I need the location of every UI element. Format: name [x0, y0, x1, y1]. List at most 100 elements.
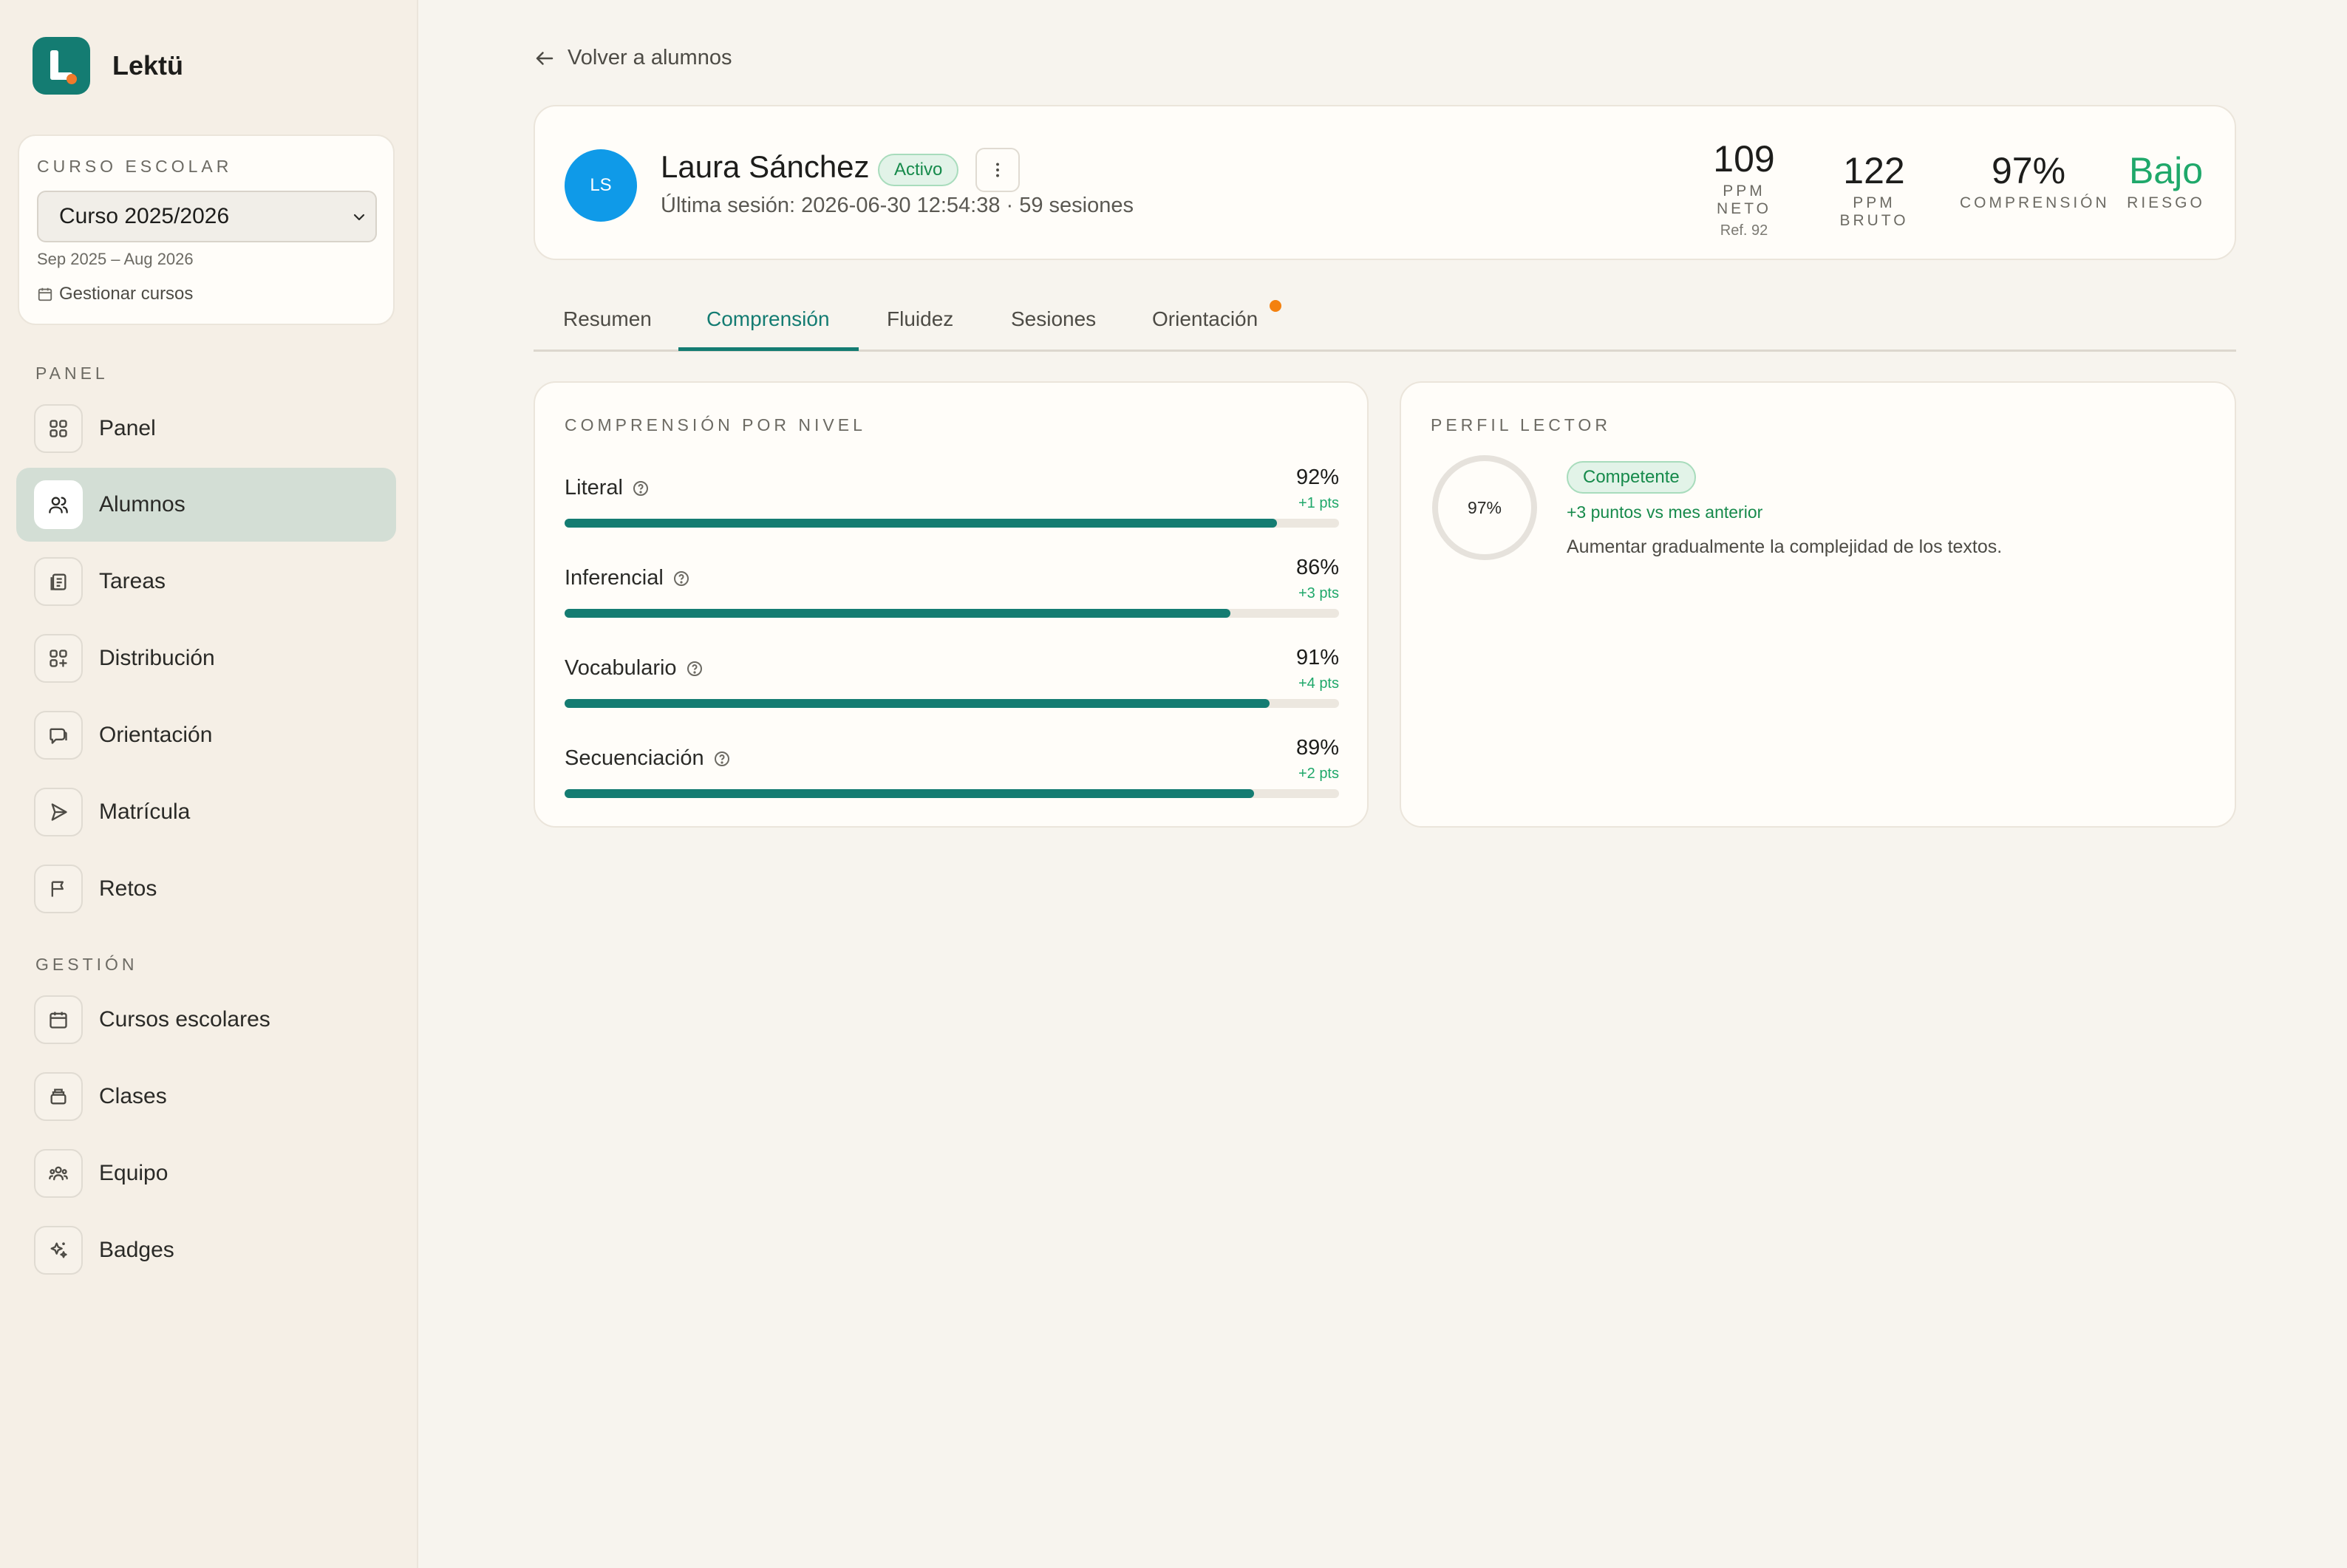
- progress-fill: [565, 699, 1270, 708]
- help-circle-icon[interactable]: [686, 660, 704, 678]
- sidebar-item-label: Matrícula: [99, 800, 191, 824]
- course-select[interactable]: Curso 2025/2026: [37, 191, 377, 242]
- tab-fluidez[interactable]: Fluidez: [887, 307, 953, 331]
- comprehension-card: COMPRENSIÓN POR NIVEL Literal 92% +1 pts…: [534, 381, 1369, 828]
- tab-sesiones[interactable]: Sesiones: [1011, 307, 1096, 331]
- manage-courses-link[interactable]: Gestionar cursos: [37, 284, 193, 304]
- progress-track: [565, 609, 1339, 618]
- stat-reference: Ref. 92: [1720, 222, 1768, 239]
- flag-icon: [34, 865, 83, 913]
- level-value: 89%: [1295, 736, 1339, 760]
- level-delta: +4 pts: [1298, 675, 1339, 692]
- sidebar-item-label: Equipo: [99, 1161, 168, 1185]
- team-icon: [34, 1149, 83, 1198]
- level-row-vocabulario: Vocabulario 91% +4 pts: [565, 646, 1339, 727]
- calendar-icon: [38, 287, 52, 301]
- app-name: Lektü: [112, 50, 184, 81]
- users-icon: [34, 480, 83, 529]
- course-select-value: Curso 2025/2026: [59, 204, 230, 228]
- sidebar-item-tareas[interactable]: Tareas: [16, 545, 396, 618]
- sidebar-item-badges[interactable]: Badges: [16, 1213, 396, 1287]
- sidebar-item-distribucion[interactable]: Distribución: [16, 621, 396, 695]
- sidebar-item-equipo[interactable]: Equipo: [16, 1136, 396, 1210]
- sidebar-item-alumnos[interactable]: Alumnos: [16, 468, 396, 542]
- progress-track: [565, 519, 1339, 528]
- send-icon: [34, 788, 83, 836]
- level-label: Vocabulario: [565, 656, 677, 680]
- sidebar-item-label: Retos: [99, 876, 157, 901]
- level-label: Secuenciación: [565, 746, 704, 770]
- chevron-down-icon: [353, 214, 365, 221]
- stat-comprension: 97% COMPRENSIÓN: [1960, 151, 2110, 212]
- sidebar-item-label: Cursos escolares: [99, 1007, 270, 1032]
- sidebar-item-panel[interactable]: Panel: [16, 392, 396, 466]
- calendar-icon: [34, 995, 83, 1044]
- level-delta: +1 pts: [1298, 495, 1339, 511]
- sidebar-item-label: Tareas: [99, 569, 166, 593]
- active-tab-indicator: [678, 347, 859, 351]
- tab-orientacion[interactable]: Orientación: [1152, 307, 1258, 331]
- card-caption: COMPRENSIÓN POR NIVEL: [565, 415, 866, 434]
- student-profile-card: LS Laura Sánchez Activo Última sesión: 2…: [534, 105, 2236, 260]
- sidebar-item-label: Orientación: [99, 723, 213, 747]
- sidebar: Lektü CURSO ESCOLAR Curso 2025/2026 Sep …: [0, 0, 418, 1568]
- tab-comprension[interactable]: Comprensión: [706, 307, 830, 331]
- stat-label: COMPRENSIÓN: [1960, 194, 2110, 211]
- reader-profile-card: PERFIL LECTOR 97% Competente +3 puntos v…: [1400, 381, 2236, 828]
- sidebar-item-label: Badges: [99, 1238, 174, 1262]
- help-circle-icon[interactable]: [672, 570, 690, 587]
- level-value: 86%: [1295, 556, 1339, 579]
- stat-ppm-neto: 109 PPM NETO Ref. 92: [1697, 139, 1791, 239]
- panel-section-caption: PANEL: [35, 364, 109, 383]
- stat-value: Bajo: [2128, 150, 2204, 191]
- tier-badge: Competente: [1567, 461, 1696, 494]
- stat-value: 109: [1713, 138, 1775, 180]
- stat-riesgo: Bajo RIESGO: [2124, 151, 2208, 212]
- progress-track: [565, 789, 1339, 798]
- manage-courses-label: Gestionar cursos: [59, 284, 194, 304]
- stack-icon: [34, 1072, 83, 1121]
- sidebar-item-cursos-escolares[interactable]: Cursos escolares: [16, 983, 396, 1057]
- sidebar-item-orientacion[interactable]: Orientación: [16, 698, 396, 772]
- brand[interactable]: Lektü: [33, 37, 183, 95]
- score-value: 97%: [1467, 497, 1502, 517]
- progress-fill: [565, 609, 1231, 618]
- progress-fill: [565, 519, 1278, 528]
- help-circle-icon[interactable]: [713, 750, 731, 768]
- trend-text: +3 puntos vs mes anterior: [1567, 502, 1763, 522]
- sidebar-item-clases[interactable]: Clases: [16, 1060, 396, 1134]
- sidebar-item-retos[interactable]: Retos: [16, 852, 396, 926]
- level-row-inferencial: Inferencial 86% +3 pts: [565, 556, 1339, 637]
- chat-icon: [34, 711, 83, 760]
- card-caption: PERFIL LECTOR: [1431, 415, 1611, 434]
- status-badge: Activo: [878, 154, 959, 186]
- level-row-literal: Literal 92% +1 pts: [565, 466, 1339, 547]
- stat-label: RIESGO: [2127, 194, 2205, 211]
- help-circle-icon[interactable]: [632, 480, 650, 497]
- stat-label: PPM BRUTO: [1839, 194, 1909, 229]
- tab-resumen[interactable]: Resumen: [563, 307, 652, 331]
- sidebar-item-label: Distribución: [99, 646, 215, 670]
- session-info: Última sesión: 2026-06-30 12:54:38 · 59 …: [661, 194, 1134, 217]
- course-card: CURSO ESCOLAR Curso 2025/2026 Sep 2025 –…: [18, 134, 395, 325]
- sparkle-icon: [34, 1226, 83, 1275]
- stat-value: 122: [1843, 150, 1905, 191]
- sidebar-item-label: Alumnos: [99, 492, 185, 517]
- avatar: LS: [565, 149, 637, 222]
- more-vertical-icon: [996, 163, 999, 177]
- clipboard-icon: [34, 557, 83, 606]
- arrow-left-icon: [536, 51, 553, 65]
- grid-plus-icon: [34, 634, 83, 683]
- level-row-secuenciacion: Secuenciación 89% +2 pts: [565, 736, 1339, 817]
- course-caption: CURSO ESCOLAR: [37, 157, 233, 176]
- stat-label: PPM NETO: [1717, 183, 1771, 217]
- tab-bar: Resumen Comprensión Fluidez Sesiones Ori…: [534, 288, 2236, 352]
- lektu-logo-icon: [33, 37, 90, 95]
- more-options-button[interactable]: [975, 148, 1020, 192]
- level-delta: +3 pts: [1298, 585, 1339, 601]
- sidebar-item-matricula[interactable]: Matrícula: [16, 775, 396, 849]
- level-value: 92%: [1295, 466, 1339, 489]
- level-delta: +2 pts: [1298, 766, 1339, 782]
- progress-fill: [565, 789, 1254, 798]
- back-link[interactable]: Volver a alumnos: [534, 46, 732, 70]
